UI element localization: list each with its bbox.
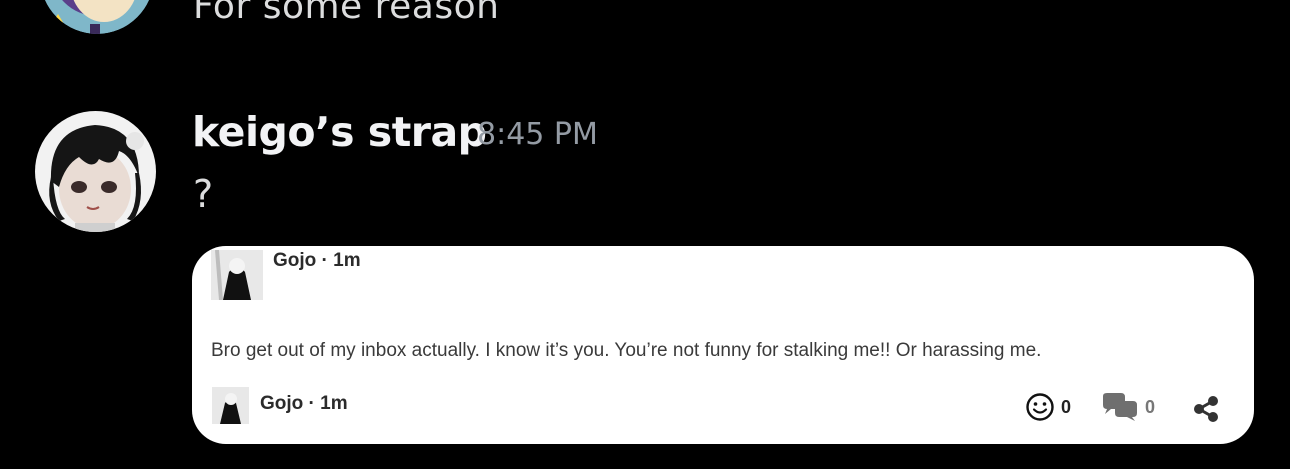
message-content: ?	[193, 172, 214, 216]
footer-author-thumbnail	[212, 387, 249, 424]
comments-icon	[1101, 392, 1139, 422]
comments-count: 0	[1145, 396, 1156, 417]
previous-avatar[interactable]	[40, 0, 154, 34]
message-timestamp: 8:45 PM	[477, 117, 598, 152]
previous-message-text: For some reason	[193, 0, 500, 27]
post-body: Bro get out of my inbox actually. I know…	[211, 340, 1042, 361]
user-avatar[interactable]	[35, 111, 156, 232]
embed-card[interactable]: Gojo · 1m Bro get out of my inbox actual…	[192, 246, 1254, 444]
comments-button[interactable]: 0	[1101, 392, 1155, 422]
post-author[interactable]: Gojo · 1m	[273, 250, 361, 272]
reactions-count: 0	[1061, 396, 1072, 417]
author-thumbnail	[211, 250, 263, 300]
share-icon[interactable]	[1191, 394, 1221, 424]
footer-author[interactable]: Gojo · 1m	[260, 393, 348, 415]
smiley-icon	[1025, 392, 1055, 422]
username[interactable]: keigo’s strap	[192, 108, 487, 156]
reactions-button[interactable]: 0	[1025, 392, 1071, 422]
